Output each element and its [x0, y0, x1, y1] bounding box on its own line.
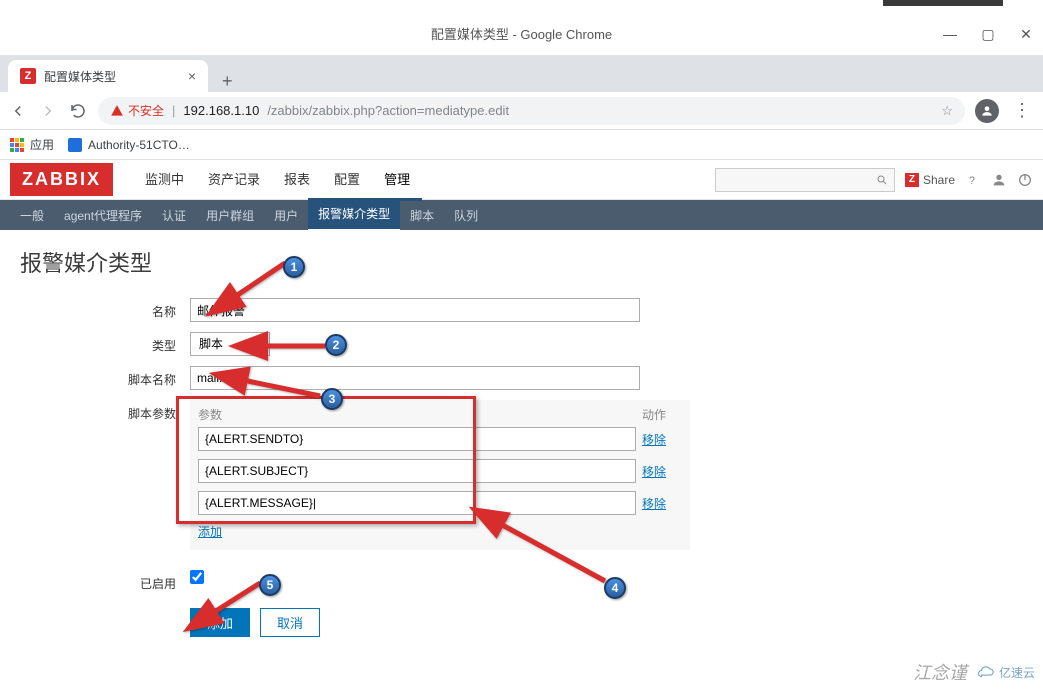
param-row: 移除: [198, 459, 682, 483]
tab-close-icon[interactable]: ×: [188, 68, 196, 84]
svg-text:?: ?: [969, 175, 975, 187]
submenu-general[interactable]: 一般: [10, 200, 54, 231]
cancel-button[interactable]: 取消: [260, 608, 320, 637]
window-minimize-icon[interactable]: —: [941, 26, 959, 42]
label-type: 类型: [20, 332, 190, 354]
params-box: 参数 动作 移除 移除 移除 添加: [190, 400, 690, 550]
watermark-logo: 亿速云: [977, 663, 1035, 681]
window-maximize-icon[interactable]: ▢: [979, 26, 997, 43]
annotation-badge-5: 5: [259, 574, 281, 596]
window-titlebar: 配置媒体类型 - Google Chrome — ▢ ✕: [0, 12, 1043, 56]
forward-button[interactable]: [38, 101, 58, 121]
param-remove-2[interactable]: 移除: [642, 495, 682, 512]
submenu-queue[interactable]: 队列: [444, 200, 488, 231]
menu-configuration[interactable]: 配置: [322, 159, 372, 201]
tab-favicon: Z: [20, 68, 36, 84]
window-top-edge: [0, 0, 1043, 12]
annotation-badge-2: 2: [325, 334, 347, 356]
bookmarks-bar: 应用 Authority-51CTO…: [0, 130, 1043, 160]
chrome-menu-icon[interactable]: ⋮: [1009, 100, 1035, 121]
form-area: 名称 类型 脚本 脚本名称 脚本参数 参数 动作 移除: [0, 288, 1043, 657]
menu-monitoring[interactable]: 监测中: [133, 159, 196, 201]
param-row: 移除: [198, 491, 682, 515]
submit-button[interactable]: 添加: [190, 608, 250, 637]
zabbix-logo[interactable]: ZABBIX: [10, 163, 113, 196]
url-separator: |: [172, 103, 175, 118]
profile-avatar[interactable]: [975, 99, 999, 123]
reload-button[interactable]: [68, 101, 88, 121]
label-name: 名称: [20, 298, 190, 320]
tab-title: 配置媒体类型: [44, 68, 180, 85]
window-close-icon[interactable]: ✕: [1017, 26, 1035, 43]
back-button[interactable]: [8, 101, 28, 121]
submenu-mediatypes[interactable]: 报警媒介类型: [308, 198, 400, 232]
checkbox-enabled[interactable]: [190, 570, 204, 584]
params-header-param: 参数: [198, 406, 642, 423]
submenu-usergroups[interactable]: 用户群组: [196, 200, 264, 231]
bookmark-star-icon[interactable]: ☆: [941, 103, 953, 119]
select-type[interactable]: 脚本: [190, 332, 270, 356]
apps-label: 应用: [30, 136, 54, 153]
label-script-params: 脚本参数: [20, 400, 190, 422]
new-tab-button[interactable]: +: [208, 71, 247, 92]
watermark-brand-label: 亿速云: [999, 664, 1035, 681]
param-add-link[interactable]: 添加: [198, 525, 222, 539]
power-icon[interactable]: [1017, 172, 1033, 188]
help-icon[interactable]: ?: [965, 172, 981, 188]
param-remove-1[interactable]: 移除: [642, 463, 682, 480]
menu-administration[interactable]: 管理: [372, 159, 422, 201]
address-bar[interactable]: 不安全 | 192.168.1.10/zabbix/zabbix.php?act…: [98, 97, 965, 125]
submenu-proxies[interactable]: agent代理程序: [54, 200, 152, 231]
browser-tab[interactable]: Z 配置媒体类型 ×: [8, 60, 208, 92]
param-remove-0[interactable]: 移除: [642, 431, 682, 448]
url-host: 192.168.1.10: [183, 103, 259, 118]
bookmark-item[interactable]: Authority-51CTO…: [68, 138, 190, 152]
bookmark-label: Authority-51CTO…: [88, 138, 190, 152]
insecure-label: 不安全: [128, 102, 164, 119]
browser-tabstrip: Z 配置媒体类型 × +: [0, 56, 1043, 92]
menu-inventory[interactable]: 资产记录: [196, 159, 272, 201]
bookmark-favicon: [68, 138, 82, 152]
label-script-name: 脚本名称: [20, 366, 190, 388]
page-title: 报警媒介类型: [0, 230, 1043, 288]
window-top-accent: [883, 0, 1003, 6]
share-badge-icon: Z: [905, 173, 919, 187]
url-path: /zabbix/zabbix.php?action=mediatype.edit: [267, 103, 509, 118]
watermark: 江念谨 亿速云: [905, 654, 1043, 690]
param-input-0[interactable]: [198, 427, 636, 451]
submenu-scripts[interactable]: 脚本: [400, 200, 444, 231]
input-script-name[interactable]: [190, 366, 640, 390]
annotation-badge-1: 1: [283, 256, 305, 278]
zabbix-search[interactable]: [715, 168, 895, 192]
param-input-2[interactable]: [198, 491, 636, 515]
zabbix-main-menu: 监测中 资产记录 报表 配置 管理: [133, 159, 422, 201]
watermark-text: 江念谨: [913, 659, 967, 685]
annotation-badge-4: 4: [604, 577, 626, 599]
cloud-icon: [977, 663, 995, 681]
browser-toolbar: 不安全 | 192.168.1.10/zabbix/zabbix.php?act…: [0, 92, 1043, 130]
submenu-users[interactable]: 用户: [264, 200, 308, 231]
user-icon[interactable]: [991, 172, 1007, 188]
label-enabled: 已启用: [20, 570, 190, 592]
submenu-auth[interactable]: 认证: [152, 200, 196, 231]
params-header-action: 动作: [642, 406, 682, 423]
menu-reports[interactable]: 报表: [272, 159, 322, 201]
apps-grid-icon: [10, 138, 24, 152]
zabbix-submenu: 一般 agent代理程序 认证 用户群组 用户 报警媒介类型 脚本 队列: [0, 200, 1043, 230]
zabbix-header: ZABBIX 监测中 资产记录 报表 配置 管理 Z Share ?: [0, 160, 1043, 200]
param-row: 移除: [198, 427, 682, 451]
input-name[interactable]: [190, 298, 640, 322]
window-title: 配置媒体类型 - Google Chrome: [431, 24, 612, 43]
apps-shortcut[interactable]: 应用: [10, 136, 54, 153]
annotation-badge-3: 3: [321, 388, 343, 410]
insecure-badge: 不安全: [110, 102, 164, 119]
search-icon: [876, 174, 888, 186]
param-input-1[interactable]: [198, 459, 636, 483]
share-label: Share: [923, 173, 955, 187]
share-link[interactable]: Z Share: [905, 173, 955, 187]
